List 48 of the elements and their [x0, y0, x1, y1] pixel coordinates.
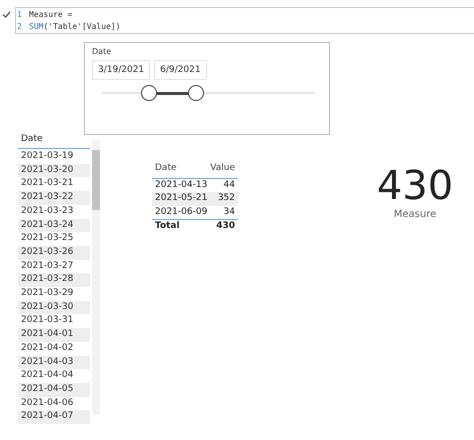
slicer-title: Date — [92, 47, 112, 56]
date-item[interactable]: 2021-04-04 — [18, 369, 90, 383]
total-cell-text: 430 — [216, 220, 235, 233]
function-name: SUM — [29, 21, 44, 33]
formula-editor[interactable]: 1 Measure = 2 SUM('Table'[Value]) — [15, 7, 474, 34]
line-number: 1 — [17, 9, 23, 21]
end-date-field[interactable]: 6/9/2021 — [154, 60, 207, 80]
line-number: 2 — [17, 21, 23, 33]
date-item[interactable]: 2021-03-31 — [18, 314, 90, 328]
date-item[interactable]: 2021-04-06 — [18, 396, 90, 410]
table-cell-text: 44 — [224, 178, 235, 192]
card-value: 430 — [376, 163, 454, 209]
column-header: Date — [18, 134, 90, 149]
total-cell-text: Total — [155, 220, 180, 233]
date-item[interactable]: 2021-03-20 — [18, 164, 90, 178]
date-item[interactable]: 2021-04-07 — [18, 410, 90, 424]
date-item[interactable]: 2021-03-23 — [18, 204, 90, 219]
range-slider[interactable] — [102, 84, 315, 102]
table-cell-text: 2021-04-13 — [155, 178, 208, 192]
date-item[interactable]: 2021-04-01 — [18, 328, 90, 342]
column-header: Value — [210, 162, 235, 175]
date-item[interactable]: 2021-03-25 — [18, 232, 90, 246]
slider-handle[interactable] — [140, 85, 157, 101]
card-label: Measure — [394, 209, 436, 220]
start-date-field[interactable]: 3/19/2021 — [92, 60, 150, 80]
table-cell-text: 34 — [224, 206, 235, 218]
table-cell-text: 2021-06-09 — [155, 206, 208, 218]
commit-icon[interactable] — [2, 11, 11, 18]
column-header: Date — [155, 162, 177, 175]
slicer-frame[interactable]: Date 3/19/2021 6/9/2021 — [84, 42, 330, 135]
date-item[interactable]: 2021-04-03 — [18, 356, 90, 370]
scrollbar[interactable] — [92, 140, 100, 415]
date-item[interactable]: 2021-03-26 — [18, 246, 90, 260]
date-item[interactable]: 2021-03-27 — [18, 260, 90, 274]
slider-handle[interactable] — [188, 85, 204, 101]
table-cell-text: 2021-05-21 — [155, 192, 208, 205]
date-item[interactable]: 2021-04-02 — [18, 342, 90, 356]
code-text: Measure = — [29, 9, 72, 21]
date-item[interactable]: 2021-03-28 — [18, 273, 90, 288]
date-item[interactable]: 2021-03-29 — [18, 287, 90, 301]
date-item[interactable]: 2021-03-22 — [18, 191, 90, 205]
date-item[interactable]: 2021-03-24 — [18, 218, 90, 232]
date-item[interactable]: 2021-04-05 — [18, 382, 90, 397]
code-text: ('Table'[Value]) — [43, 21, 121, 33]
date-item[interactable]: 2021-03-21 — [18, 177, 90, 192]
date-item[interactable]: 2021-03-30 — [18, 300, 90, 314]
date-item[interactable]: 2021-03-19 — [18, 150, 90, 164]
table-cell-text: 352 — [218, 192, 235, 205]
